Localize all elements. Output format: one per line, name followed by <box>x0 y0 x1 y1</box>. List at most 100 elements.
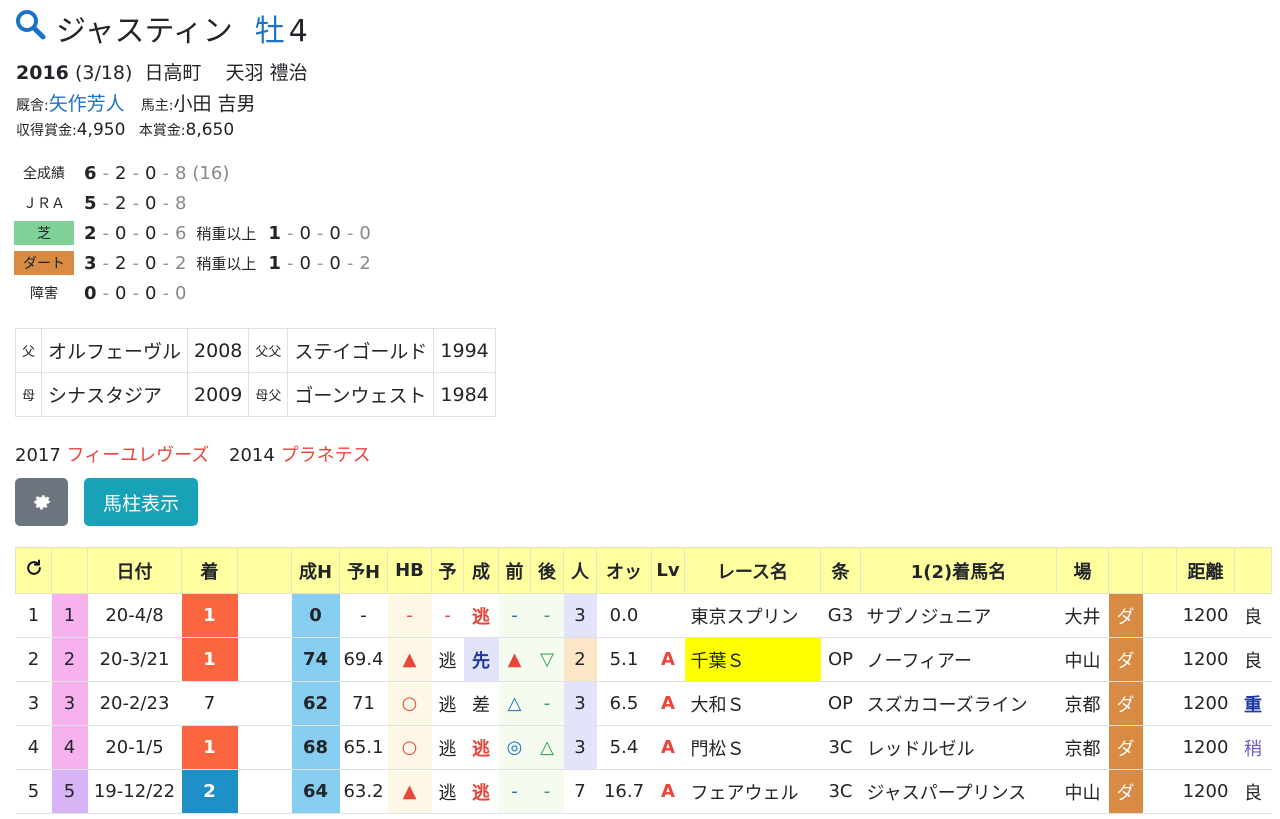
dam-year: 2009 <box>187 372 250 417</box>
sibling-link[interactable]: フィーユレヴーズ <box>67 445 210 466</box>
trainer-link[interactable]: 矢作芳人 <box>49 93 125 115</box>
earned-label: 収得賞金: <box>16 123 77 139</box>
record-dash: - <box>286 222 294 244</box>
dam-sire-year: 1984 <box>433 372 496 417</box>
record-count: 1 <box>268 252 281 274</box>
finish-position: 1 <box>181 637 238 682</box>
col-header-date[interactable]: 日付 <box>87 547 182 594</box>
col-header-opponent[interactable]: 1(2)着馬名 <box>860 547 1057 594</box>
odds: 5.1 <box>596 637 652 682</box>
record-count: 0 <box>299 222 311 244</box>
col-header-result[interactable]: 着 <box>181 547 238 594</box>
record-count: 0 <box>144 252 157 274</box>
col-header-class[interactable]: 条 <box>820 547 861 594</box>
col-header-hb[interactable]: HB <box>387 547 432 594</box>
surface: ダ <box>1108 593 1143 638</box>
empty-cell <box>1142 681 1177 726</box>
yo-style: 逃 <box>431 769 464 814</box>
row-index: 1 <box>15 593 52 638</box>
yo-style: 逃 <box>431 725 464 770</box>
col-header-odds[interactable]: オッ <box>596 547 652 594</box>
row-index: 3 <box>15 681 52 726</box>
refresh-icon[interactable] <box>15 547 52 594</box>
sei-style: 先 <box>463 637 499 682</box>
col-header-ato[interactable]: 後 <box>530 547 564 594</box>
distance: 1200 <box>1176 769 1235 814</box>
settings-button[interactable] <box>15 478 68 526</box>
finish-position: 2 <box>181 769 238 814</box>
stable-info: 厩舎:矢作芳人 馬主:小田 吉男 <box>16 89 256 116</box>
col-header <box>1142 547 1177 594</box>
record-count: 2 <box>359 252 371 274</box>
sei-h-value: 0 <box>291 593 340 638</box>
hb-mark: ○ <box>387 681 432 726</box>
back-mark: - <box>530 593 564 638</box>
empty-cell <box>1142 769 1177 814</box>
race-date[interactable]: 20-3/21 <box>87 637 182 682</box>
course-place: 中山 <box>1056 769 1109 814</box>
record-dash: - <box>162 162 169 184</box>
col-header-yo-h[interactable]: 予H <box>339 547 388 594</box>
col-header-lv[interactable]: Lv <box>651 547 685 594</box>
table-row[interactable]: 4 4 20-1/5 1 68 65.1 ○ 逃逃 ◎ △ 3 5.4 A 門松Ｓ 3C レッドルゼル 京都ダ 1… <box>15 725 1272 770</box>
table-row[interactable]: 3 3 20-2/23 7 62 71 ○ 逃差 △ -3 6.5 A 大和Ｓ OP スズカコーズライン 京都… <box>15 681 1272 726</box>
opponent-link[interactable]: レッドルゼル <box>860 725 1057 770</box>
race-name-link[interactable]: 東京スプリン <box>684 593 821 638</box>
yo-style: 逃 <box>431 681 464 726</box>
record-count: 0 <box>174 282 187 304</box>
sire-name: オルフェーヴル <box>41 328 189 373</box>
record-dash: - <box>132 282 139 304</box>
empty-cell <box>1142 637 1177 682</box>
record-label: 全成績 <box>23 166 65 182</box>
record-dash: - <box>286 252 294 274</box>
row-index: 5 <box>15 769 52 814</box>
level: A <box>651 637 685 682</box>
sibling-link[interactable]: プラネテス <box>281 445 371 466</box>
race-date[interactable]: 20-2/23 <box>87 681 182 726</box>
odds: 6.5 <box>596 681 652 726</box>
opponent-link[interactable]: サブノジュニア <box>860 593 1057 638</box>
earned-value: 4,950 <box>76 120 126 140</box>
col-header-place[interactable]: 場 <box>1056 547 1109 594</box>
bar-display-button[interactable]: 馬柱表示 <box>84 478 198 526</box>
record-row: 芝 2-0-0-6 稍重以上 1-0-0-0 <box>14 220 371 246</box>
track-condition: 良 <box>1234 637 1272 682</box>
col-header-yo[interactable]: 予 <box>431 547 464 594</box>
race-name-link[interactable]: 千葉Ｓ <box>684 637 821 682</box>
race-date[interactable]: 20-1/5 <box>87 725 182 770</box>
col-header-sei[interactable]: 成 <box>463 547 499 594</box>
record-count: 0 <box>144 222 157 244</box>
opponent-link[interactable]: スズカコーズライン <box>860 681 1057 726</box>
search-icon[interactable] <box>14 8 46 48</box>
col-header-mae[interactable]: 前 <box>498 547 531 594</box>
race-date[interactable]: 19-12/22 <box>87 769 182 814</box>
record-row: ＪＲＡ 5-2-0-8 <box>14 190 186 216</box>
race-name-link[interactable]: 大和Ｓ <box>684 681 821 726</box>
race-name-link[interactable]: 門松Ｓ <box>684 725 821 770</box>
race-date[interactable]: 20-4/8 <box>87 593 182 638</box>
record-count: 0 <box>329 222 341 244</box>
odds: 16.7 <box>596 769 652 814</box>
record-dash: - <box>316 222 324 244</box>
col-header-race[interactable]: レース名 <box>684 547 821 594</box>
race-class: OP <box>820 681 861 726</box>
sei-style: 逃 <box>463 725 499 770</box>
table-row[interactable]: 2 2 20-3/21 1 74 69.4 ▲ 逃先 ▲ ▽ 2 5.1 A 千葉Ｓ OP ノーフィアー 中山ダ… <box>15 637 1272 682</box>
col-header-distance[interactable]: 距離 <box>1176 547 1235 594</box>
table-row[interactable]: 5 5 19-12/22 2 64 63.2 ▲ 逃逃 - -7 16.7 A フェアウェル 3C ジャスパ… <box>15 769 1272 814</box>
main-value: 8,650 <box>185 120 235 140</box>
col-header-sei-h[interactable]: 成H <box>291 547 340 594</box>
hb-mark: ○ <box>387 725 432 770</box>
race-name-link[interactable]: フェアウェル <box>684 769 821 814</box>
track-condition: 重 <box>1234 681 1272 726</box>
opponent-link[interactable]: ジャスパープリンス <box>860 769 1057 814</box>
col-header-pop[interactable]: 人 <box>563 547 597 594</box>
table-row[interactable]: 1 1 20-4/8 1 0- - - 逃 - -3 0.0 東京スプリン G3 サブノジュニア 大井ダ 12… <box>15 593 1272 638</box>
owner-label: 馬主: <box>140 98 174 114</box>
horse-name: ジャスティン <box>56 14 233 49</box>
level: A <box>651 769 685 814</box>
race-history-table: 日付 着 成H 予H HB 予 成 前 後 人 オッ Lv レース名 条 1(2… <box>15 547 1272 814</box>
sei-h-value: 68 <box>291 725 340 770</box>
opponent-link[interactable]: ノーフィアー <box>860 637 1057 682</box>
back-mark: △ <box>530 725 564 770</box>
